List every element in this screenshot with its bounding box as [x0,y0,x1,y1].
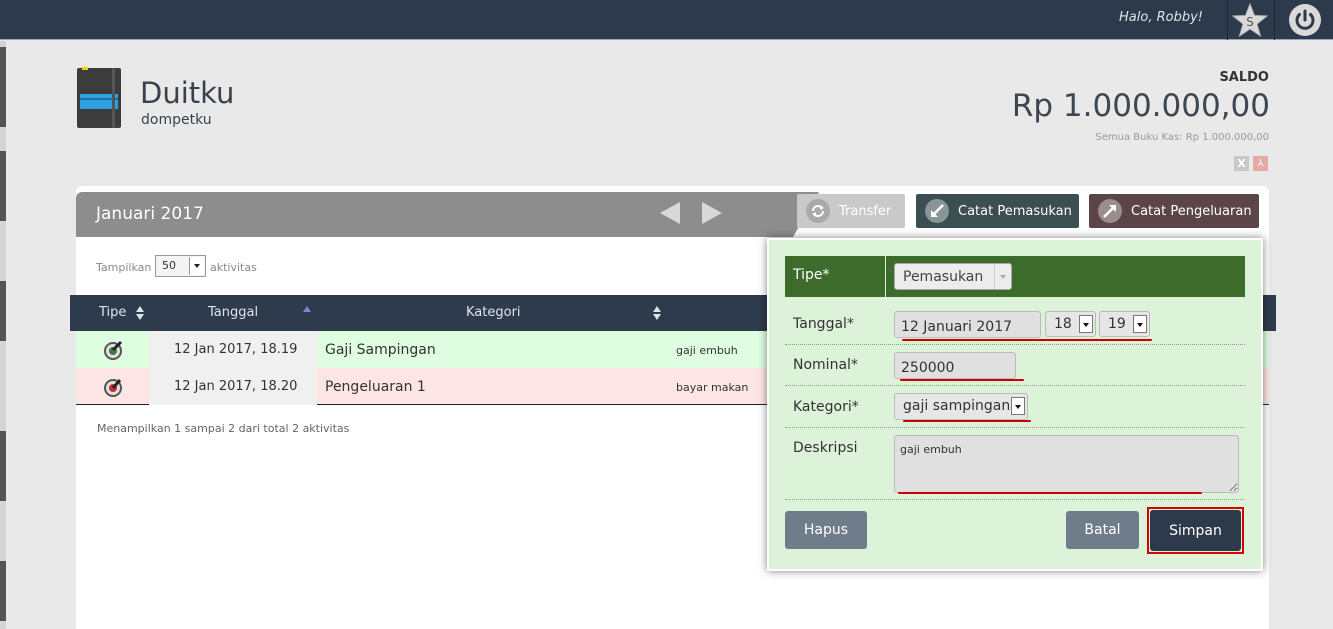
month-label: Januari 2017 [96,204,204,224]
row-description: gaji embuh [676,344,738,357]
column-kategori[interactable]: Kategori [466,305,521,320]
balance-label: SALDO [1219,70,1269,85]
star-letter: S [1246,15,1254,29]
row-category: Pengeluaran 1 [325,379,426,395]
annotation-underline [902,339,1152,341]
hour-value: 18 [1054,316,1072,332]
balance-value: Rp 1.000.000,00 [1011,88,1270,124]
row-category: Gaji Sampingan [325,342,436,358]
next-month-icon[interactable] [702,202,722,224]
tipe-label: Tipe* [793,267,830,283]
annotation-underline [898,492,1202,494]
minute-value: 19 [1108,316,1126,332]
sort-asc-icon [303,306,311,312]
description-field[interactable]: gaji embuh [894,435,1239,493]
chevron-down-icon [1079,315,1093,333]
chevron-down-icon [189,257,204,275]
divider [1274,0,1275,40]
row-date: 12 Jan 2017, 18.20 [174,379,298,394]
expense-icon [104,379,122,397]
favorite-button[interactable]: S [1228,0,1272,40]
logout-button[interactable] [1283,0,1327,40]
star-icon: S [1232,3,1268,37]
tipe-value: Pemasukan [903,269,984,285]
transfer-label: Transfer [839,203,892,219]
page-size-select[interactable]: 50 [155,255,206,277]
notebook-icon [77,67,121,128]
page-size-prefix: Tampilkan [96,261,152,274]
transfer-button[interactable]: Transfer [797,194,905,228]
column-tanggal[interactable]: Tanggal [208,305,258,320]
expense-label: Catat Pengeluaran [1131,203,1252,219]
top-bar: Halo, Robby! S [0,0,1333,40]
transfer-icon [806,199,830,223]
pdf-icon[interactable]: ⅄ [1253,156,1268,171]
page-size-value: 50 [162,259,176,272]
form-row-tipe: Tipe* [785,256,1245,297]
date-field[interactable] [894,311,1041,338]
category-value: gaji sampingan [903,398,1011,414]
book-subtitle: dompetku [141,112,212,128]
minute-select[interactable]: 19 [1099,311,1150,337]
chevron-down-icon [994,264,1011,289]
kategori-label: Kategori* [793,399,859,415]
nominal-label: Nominal* [793,357,858,373]
row-description: bayar makan [676,381,749,394]
category-select[interactable]: gaji sampingan [894,393,1028,420]
chevron-down-icon [1133,315,1147,333]
page-size-suffix: aktivitas [210,261,257,274]
income-icon [104,340,123,360]
tipe-select[interactable]: Pemasukan [894,263,1012,290]
chevron-down-icon [1011,397,1025,415]
column-tipe[interactable]: Tipe [99,305,126,320]
save-button[interactable]: Simpan [1150,510,1241,551]
hour-select[interactable]: 18 [1045,311,1096,337]
prev-month-icon[interactable] [660,202,680,224]
table-summary: Menampilkan 1 sampai 2 dari total 2 akti… [97,422,350,435]
excel-icon[interactable]: X [1234,156,1249,171]
income-label: Catat Pemasukan [958,203,1072,219]
record-expense-button[interactable]: Catat Pengeluaran [1089,194,1259,228]
all-books-balance: Semua Buku Kas: Rp 1.000.000,00 [1095,132,1269,143]
expense-icon [1098,199,1122,223]
amount-field[interactable] [894,352,1016,379]
deskripsi-label: Deskripsi [793,440,858,456]
record-income-button[interactable]: Catat Pemasukan [916,194,1079,228]
income-icon [925,199,949,223]
annotation-underline [900,379,1024,381]
sort-icon[interactable] [136,306,144,320]
annotation-underline [903,420,1031,422]
greeting-text: Halo, Robby! [1119,10,1203,25]
delete-button[interactable]: Hapus [785,511,867,549]
row-date: 12 Jan 2017, 18.19 [174,342,298,357]
cancel-button[interactable]: Batal [1066,511,1139,549]
tanggal-label: Tanggal* [793,316,854,332]
left-edge [0,41,6,629]
power-icon [1289,4,1321,36]
book-title: Duitku [140,76,235,110]
sort-icon[interactable] [653,306,661,320]
